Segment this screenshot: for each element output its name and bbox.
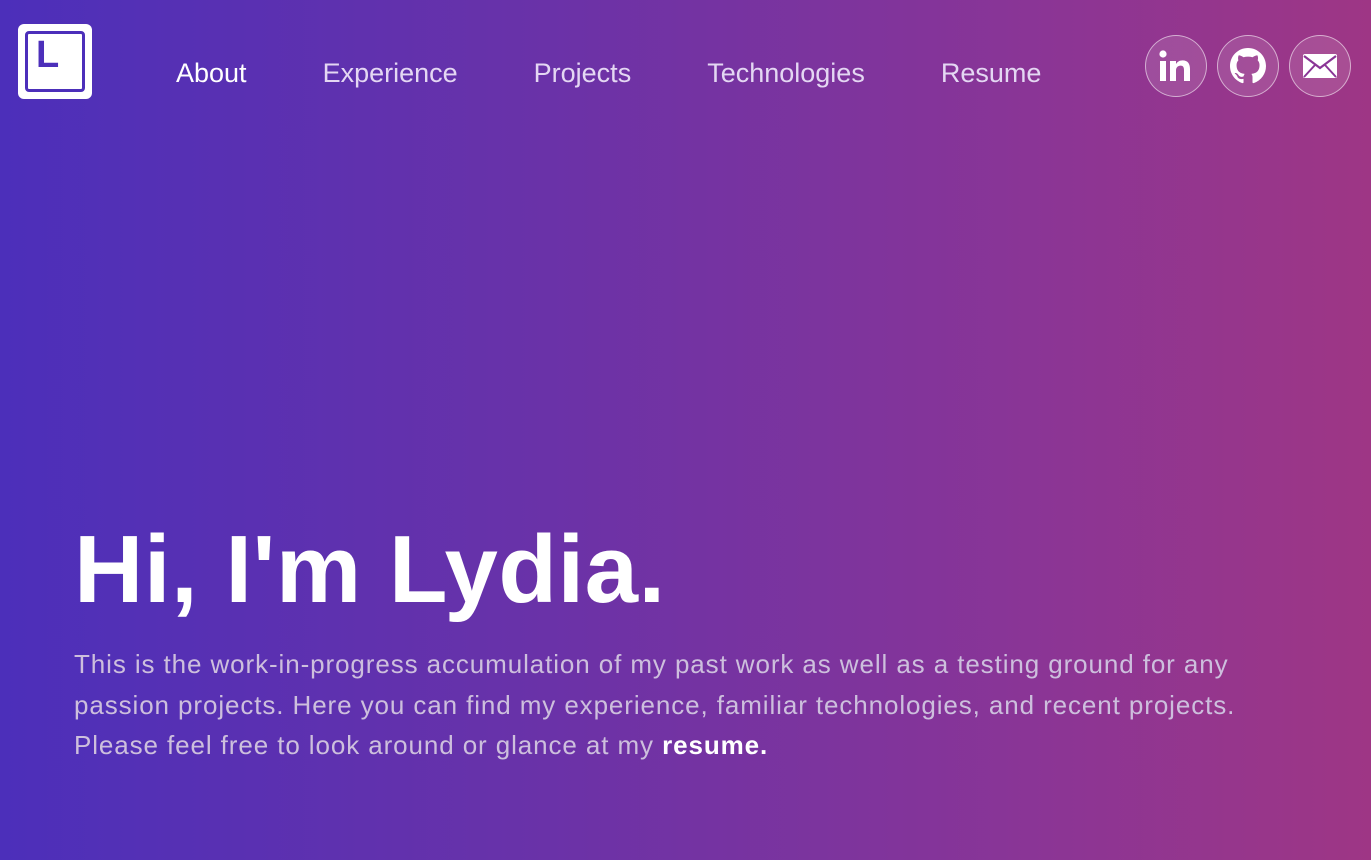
github-icon — [1230, 48, 1266, 84]
linkedin-icon — [1159, 50, 1190, 81]
social-links — [1145, 35, 1351, 97]
nav-item-resume[interactable]: Resume — [941, 54, 1042, 92]
nav-item-about[interactable]: About — [176, 54, 247, 92]
hero-title: Hi, I'm Lydia. — [74, 516, 666, 623]
linkedin-button[interactable] — [1145, 35, 1207, 97]
site-logo[interactable]: L — [18, 24, 92, 99]
resume-link[interactable]: resume. — [662, 730, 768, 760]
hero-description-text: This is the work-in-progress accumulatio… — [74, 649, 1236, 760]
github-button[interactable] — [1217, 35, 1279, 97]
hero-section: Hi, I'm Lydia. This is the work-in-progr… — [74, 518, 1274, 766]
nav-item-projects[interactable]: Projects — [534, 54, 632, 92]
email-button[interactable] — [1289, 35, 1351, 97]
main-nav: About Experience Projects Technologies R… — [176, 54, 1041, 92]
nav-item-experience[interactable]: Experience — [323, 54, 458, 92]
logo-frame: L — [25, 31, 85, 92]
mail-icon — [1303, 54, 1337, 78]
logo-letter: L — [36, 34, 60, 76]
nav-item-technologies[interactable]: Technologies — [707, 54, 865, 92]
hero-description: This is the work-in-progress accumulatio… — [74, 644, 1264, 766]
